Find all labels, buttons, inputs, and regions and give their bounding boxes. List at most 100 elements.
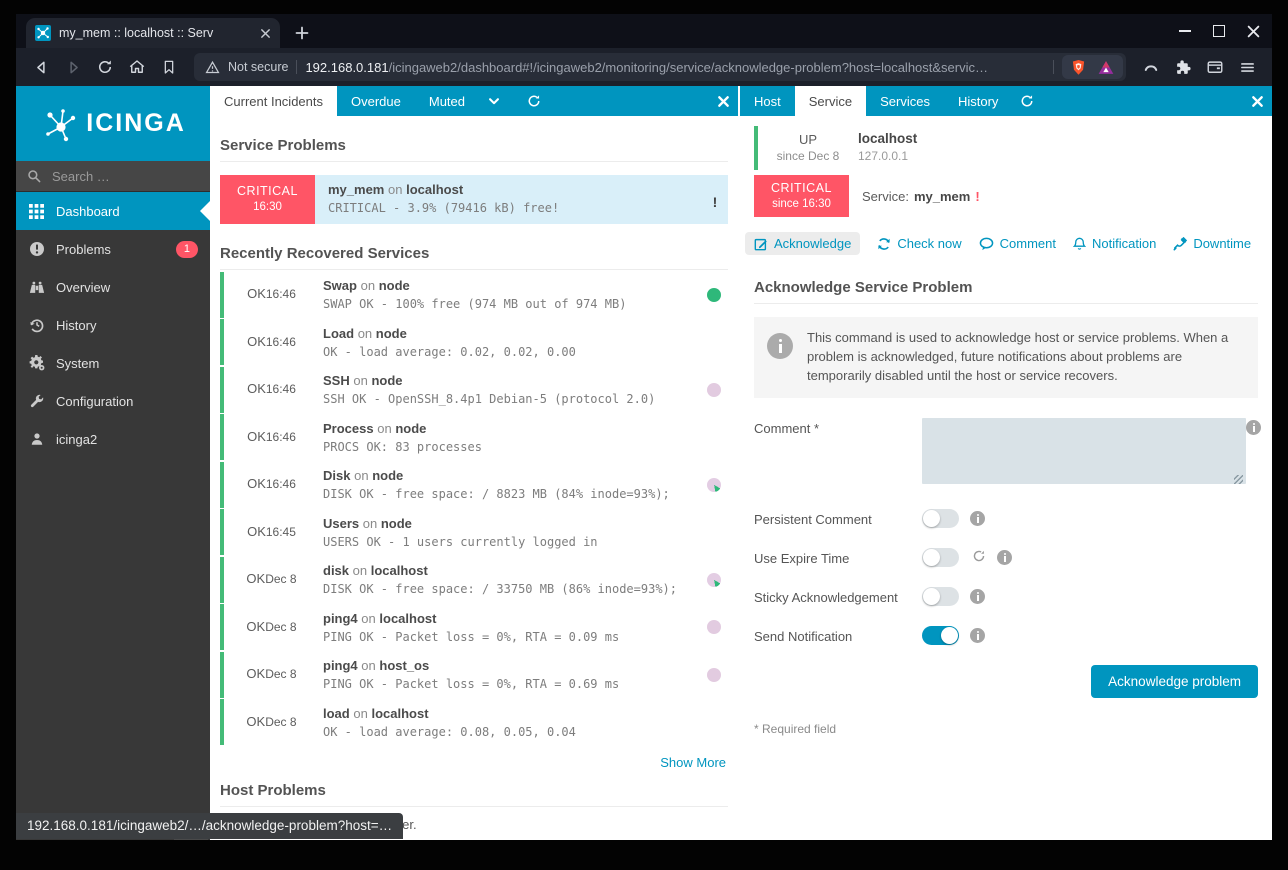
brave-shield-icon[interactable] [1071,59,1086,76]
sidebar-item-label: Configuration [56,394,133,409]
service-name[interactable]: my_mem [328,182,384,197]
window-close-icon[interactable] [1247,25,1260,38]
sidebar-item-dashboard[interactable]: Dashboard [16,192,210,230]
back-icon[interactable] [26,52,56,82]
grid-icon [28,204,45,219]
show-more-link[interactable]: Show More [220,755,726,770]
notification-action[interactable]: Notification [1073,236,1156,251]
sidebar-item-configuration[interactable]: Configuration [16,382,210,420]
list-item[interactable]: OK16:46 Swap on nodeSWAP OK - 100% free … [220,272,728,318]
new-tab-button[interactable] [288,18,316,48]
icinga-favicon-icon [35,25,51,41]
sidebar-item-history[interactable]: History [16,306,210,344]
expire-time-toggle[interactable] [922,548,959,567]
info-icon[interactable] [970,628,985,643]
tab-services[interactable]: Services [866,86,944,116]
bat-rewards-icon[interactable] [1098,60,1114,75]
wallet-icon[interactable] [1200,52,1230,82]
send-notification-toggle[interactable] [922,626,959,645]
refresh-icon[interactable] [519,86,549,116]
not-secure-label: Not secure [228,60,288,74]
reload-icon[interactable] [90,52,120,82]
service-name[interactable]: my_mem [914,189,970,204]
host-problems-heading: Host Problems [220,782,728,807]
list-item[interactable]: OK16:46 Disk on nodeDISK OK - free space… [220,462,728,508]
url-host: 192.168.0.181 [305,60,388,75]
list-item[interactable]: OKDec 8 ping4 on host_osPING OK - Packet… [220,652,728,698]
problems-count-badge: 1 [176,241,198,258]
vpn-arc-icon[interactable] [1136,52,1166,82]
list-item[interactable]: OK16:46 SSH on nodeSSH OK - OpenSSH_8.4p… [220,367,728,413]
browser-tab[interactable]: my_mem :: localhost :: Serv [26,18,280,48]
persistent-comment-row: Persistent Comment [754,509,1258,528]
home-icon[interactable] [122,52,152,82]
sidebar-item-label: Dashboard [56,204,120,219]
sticky-toggle[interactable] [922,587,959,606]
acknowledge-action[interactable]: Acknowledge [745,232,860,255]
list-item[interactable]: OK16:45 Users on nodeUSERS OK - 1 users … [220,509,728,555]
sidebar-item-overview[interactable]: Overview [16,268,210,306]
sidebar: ICINGA Dashboard Problems [16,86,210,840]
extensions-puzzle-icon[interactable] [1168,52,1198,82]
maximize-icon[interactable] [1213,25,1225,37]
downtime-action[interactable]: Downtime [1173,236,1251,251]
host-state: UP [758,132,858,149]
bell-icon [1073,237,1086,251]
url-bar[interactable]: Not secure 192.168.0.181/icingaweb2/dash… [194,53,1126,81]
tab-history[interactable]: History [944,86,1012,116]
unhandled-flag: ! [702,175,728,224]
tab-title: my_mem :: localhost :: Serv [59,26,252,40]
minimize-icon[interactable] [1179,30,1191,32]
dashboard-content: Service Problems CRITICAL 16:30 my_mem o… [210,116,738,840]
list-item[interactable]: OKDec 8 ping4 on localhostPING OK - Pack… [220,604,728,650]
exclamation-circle-icon [28,241,45,257]
sidebar-item-problems[interactable]: Problems 1 [16,230,210,268]
chevron-down-icon[interactable] [479,86,509,116]
spinner-icon [972,549,986,563]
url-text: 192.168.0.181/icingaweb2/dashboard#!/ici… [305,60,1045,75]
info-icon[interactable] [970,589,985,604]
host-name[interactable]: localhost [406,182,463,197]
detail-content: UP since Dec 8 localhost 127.0.0.1 CRITI… [740,116,1272,840]
comment-action[interactable]: Comment [979,236,1056,251]
close-pane-icon[interactable] [708,86,738,116]
info-icon[interactable] [970,511,985,526]
service-problem-row[interactable]: CRITICAL 16:30 my_mem on localhost CRITI… [220,175,728,224]
sidebar-item-label: History [56,318,96,333]
list-item[interactable]: OK16:46 Load on nodeOK - load average: 0… [220,319,728,365]
tab-host[interactable]: Host [740,86,795,116]
tab-muted[interactable]: Muted [415,86,479,116]
expire-time-label: Use Expire Time [754,548,922,566]
search-input[interactable] [50,168,184,185]
host-name[interactable]: localhost [858,126,917,146]
tab-service[interactable]: Service [795,86,866,116]
sidebar-item-user[interactable]: icinga2 [16,420,210,458]
icinga-logo[interactable]: ICINGA [16,86,210,161]
tab-current-incidents[interactable]: Current Incidents [210,86,337,116]
info-icon[interactable] [1246,420,1261,435]
list-item[interactable]: OK16:46 Process on nodePROCS OK: 83 proc… [220,414,728,460]
list-item[interactable]: OKDec 8 disk on localhostDISK OK - free … [220,557,728,603]
menu-hamburger-icon[interactable] [1232,52,1262,82]
search-icon [27,169,41,183]
check-now-action[interactable]: Check now [877,236,961,251]
comment-textarea[interactable] [922,418,1246,484]
dashboard-tabbar: Current Incidents Overdue Muted [210,86,738,116]
recovered-heading: Recently Recovered Services [220,245,728,270]
list-item[interactable]: OKDec 8 load on localhostOK - load avera… [220,699,728,745]
acknowledge-problem-button[interactable]: Acknowledge problem [1091,665,1258,698]
info-icon[interactable] [997,550,1012,565]
tab-overdue[interactable]: Overdue [337,86,415,116]
service-status-row: CRITICAL since 16:30 Service: my_mem ! [754,175,1258,217]
tab-close-icon[interactable] [260,28,271,39]
sidebar-item-system[interactable]: System [16,344,210,382]
sidebar-search[interactable] [16,161,210,192]
bookmark-icon[interactable] [154,52,184,82]
forward-icon[interactable] [58,52,88,82]
persistent-comment-toggle[interactable] [922,509,959,528]
close-pane-icon[interactable] [1242,86,1272,116]
refresh-icon[interactable] [1012,86,1042,116]
icinga-logo-mark [40,102,82,146]
plugin-output: CRITICAL - 3.9% (79416 kB) free! [328,201,692,215]
send-notification-label: Send Notification [754,626,922,644]
